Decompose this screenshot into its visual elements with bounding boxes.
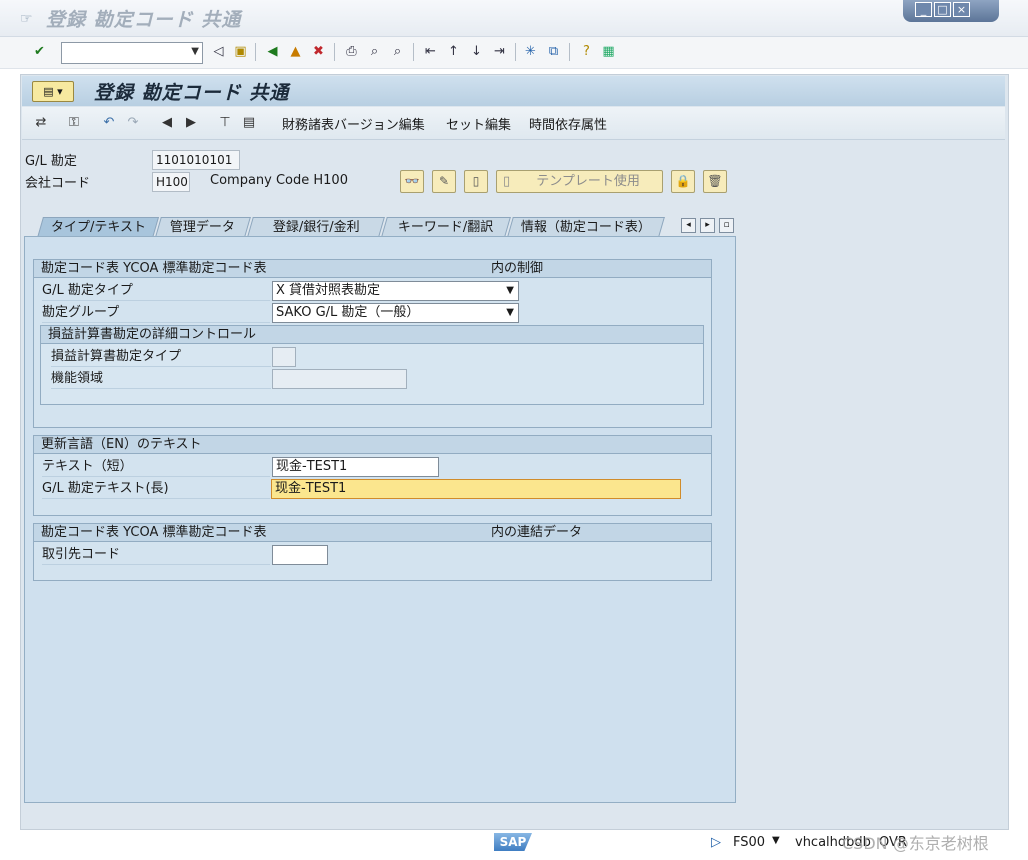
other-account-icon[interactable]: ⚿ bbox=[65, 114, 83, 132]
account-group-dropdown[interactable]: SAKO G/L 勘定（一般） ▼ bbox=[272, 303, 519, 323]
separator bbox=[515, 43, 516, 61]
delete-trash-icon[interactable]: 🗑 bbox=[703, 170, 727, 193]
close-button[interactable]: × bbox=[953, 2, 970, 17]
separator bbox=[255, 43, 256, 61]
status-expand-icon[interactable]: ▷ bbox=[711, 835, 721, 850]
history-back-icon[interactable]: ◁ bbox=[210, 43, 227, 60]
back-icon[interactable]: ◀ bbox=[264, 43, 281, 60]
previous-account-icon[interactable]: ◀ bbox=[158, 114, 176, 132]
display-glasses-icon[interactable]: 👓 bbox=[400, 170, 424, 193]
long-text-field[interactable]: 现金-TEST1 bbox=[271, 479, 681, 499]
time-dependent-attributes-button[interactable]: 時間依存属性 bbox=[529, 114, 607, 133]
save-icon[interactable]: ▣ bbox=[232, 43, 249, 60]
set-edit-button[interactable]: セット編集 bbox=[446, 114, 511, 133]
separator bbox=[413, 43, 414, 61]
use-template-label: テンプレート使用 bbox=[536, 174, 640, 189]
first-page-icon[interactable]: ⇤ bbox=[422, 43, 439, 60]
control-group-title-right: 内の制御 bbox=[491, 261, 544, 276]
minimize-button[interactable]: _ bbox=[915, 2, 932, 17]
short-text-field[interactable]: 现金-TEST1 bbox=[272, 457, 439, 477]
separator bbox=[334, 43, 335, 61]
control-group-title: 勘定コード表 YCOA 標準勘定コード表 内の制御 bbox=[34, 260, 711, 278]
last-page-icon[interactable]: ⇥ bbox=[491, 43, 508, 60]
window-controls: _ □ × bbox=[903, 0, 999, 22]
partner-company-field[interactable] bbox=[272, 545, 328, 565]
functional-area-field[interactable] bbox=[272, 369, 407, 389]
template-document-icon: ▯ bbox=[503, 174, 511, 189]
maximize-button[interactable]: □ bbox=[934, 2, 951, 17]
next-account-icon[interactable]: ▶ bbox=[182, 114, 200, 132]
company-code-field[interactable]: H100 bbox=[152, 172, 190, 192]
new-session-icon[interactable]: ✳ bbox=[522, 43, 539, 60]
find-icon[interactable]: ⌕ bbox=[366, 43, 383, 60]
redo-icon[interactable]: ↷ bbox=[124, 114, 142, 132]
short-text-label: テキスト（短） bbox=[42, 458, 270, 477]
tab-list-icon[interactable]: ▫ bbox=[719, 218, 734, 233]
edit-pencil-icon[interactable]: ✎ bbox=[432, 170, 456, 193]
account-type-label: G/L 勘定タイプ bbox=[42, 282, 270, 301]
chevron-down-icon[interactable]: ▼ bbox=[506, 282, 514, 300]
consolidation-group-title-right: 内の連結データ bbox=[491, 525, 583, 540]
display-change-icon[interactable]: ⇄ bbox=[32, 114, 50, 132]
undo-icon[interactable]: ↶ bbox=[100, 114, 118, 132]
partner-company-label: 取引先コード bbox=[42, 546, 270, 565]
cancel-icon[interactable]: ✖ bbox=[310, 43, 327, 60]
tab-create-bank-interest[interactable]: 登録/銀行/金利 bbox=[247, 217, 385, 237]
pl-detail-title: 損益計算書勘定の詳細コントロール bbox=[41, 326, 703, 344]
tab-scroll-right-icon[interactable]: ▸ bbox=[700, 218, 715, 233]
long-text-label: G/L 勘定テキスト(長) bbox=[42, 480, 270, 499]
fs-version-edit-button[interactable]: 財務諸表バージョン編集 bbox=[282, 114, 425, 133]
chevron-down-icon[interactable]: ▼ bbox=[506, 304, 514, 322]
functional-area-label: 機能領域 bbox=[51, 370, 271, 389]
previous-page-icon[interactable]: ↑ bbox=[445, 43, 462, 60]
account-group-label: 勘定グループ bbox=[42, 304, 270, 323]
account-type-dropdown[interactable]: X 貸借対照表勘定 ▼ bbox=[272, 281, 519, 301]
control-group-title-left: 勘定コード表 YCOA 標準勘定コード表 bbox=[41, 261, 267, 276]
chevron-down-icon[interactable]: ▼ bbox=[191, 46, 199, 57]
page-title: 登録 勘定コード 共通 bbox=[94, 82, 290, 104]
consolidation-group-title-left: 勘定コード表 YCOA 標準勘定コード表 bbox=[41, 525, 267, 540]
transaction-code: FS00 bbox=[733, 835, 766, 850]
help-icon[interactable]: ? bbox=[578, 43, 595, 60]
print-icon[interactable]: ⎙ bbox=[343, 43, 360, 60]
menu-button[interactable]: ▤ ▾ bbox=[32, 81, 74, 102]
edit-document-icon[interactable]: ▤ bbox=[240, 114, 258, 132]
gl-account-label: G/L 勘定 bbox=[25, 154, 77, 169]
where-used-icon[interactable]: ⊤ bbox=[216, 114, 234, 132]
find-next-icon[interactable]: ⌕ bbox=[389, 43, 406, 60]
use-template-button[interactable]: ▯ テンプレート使用 bbox=[496, 170, 663, 193]
company-code-label: 会社コード bbox=[25, 176, 91, 191]
window-title: 登録 勘定コード 共通 bbox=[46, 9, 242, 31]
tab-scroll-left-icon[interactable]: ◂ bbox=[681, 218, 696, 233]
company-code-name: Company Code H100 bbox=[210, 173, 348, 188]
create-document-icon[interactable]: ▯ bbox=[464, 170, 488, 193]
pl-type-field[interactable] bbox=[272, 347, 296, 367]
exit-icon[interactable]: ▲ bbox=[287, 43, 304, 60]
enter-check-icon[interactable]: ✔ bbox=[31, 43, 48, 60]
tab-control-data[interactable]: 管理データ bbox=[155, 217, 251, 237]
consolidation-group-title: 勘定コード表 YCOA 標準勘定コード表 内の連結データ bbox=[34, 524, 711, 542]
gl-account-field[interactable]: 1101010101 bbox=[152, 150, 240, 170]
separator bbox=[569, 43, 570, 61]
customize-layout-icon[interactable]: ▦ bbox=[600, 43, 617, 60]
pl-type-label: 損益計算書勘定タイプ bbox=[51, 348, 271, 367]
window-menu-icon[interactable]: ☞ bbox=[20, 11, 33, 27]
next-page-icon[interactable]: ↓ bbox=[468, 43, 485, 60]
watermark: CSDN @东京老树根 bbox=[842, 834, 989, 853]
tab-type-text[interactable]: タイプ/テキスト bbox=[36, 217, 160, 238]
account-type-value: X 貸借対照表勘定 bbox=[276, 283, 381, 298]
lock-icon[interactable]: 🔒 bbox=[671, 170, 695, 193]
command-field[interactable]: ▼ bbox=[61, 42, 203, 64]
text-group-title: 更新言語（EN）のテキスト bbox=[34, 436, 711, 454]
tab-keyword-translation[interactable]: キーワード/翻訳 bbox=[381, 217, 511, 237]
shortcut-icon[interactable]: ⧉ bbox=[545, 43, 562, 60]
tab-information-coa[interactable]: 情報（勘定コード表） bbox=[507, 217, 665, 237]
transaction-dropdown-icon[interactable]: ▼ bbox=[772, 835, 780, 846]
account-group-value: SAKO G/L 勘定（一般） bbox=[276, 305, 420, 320]
